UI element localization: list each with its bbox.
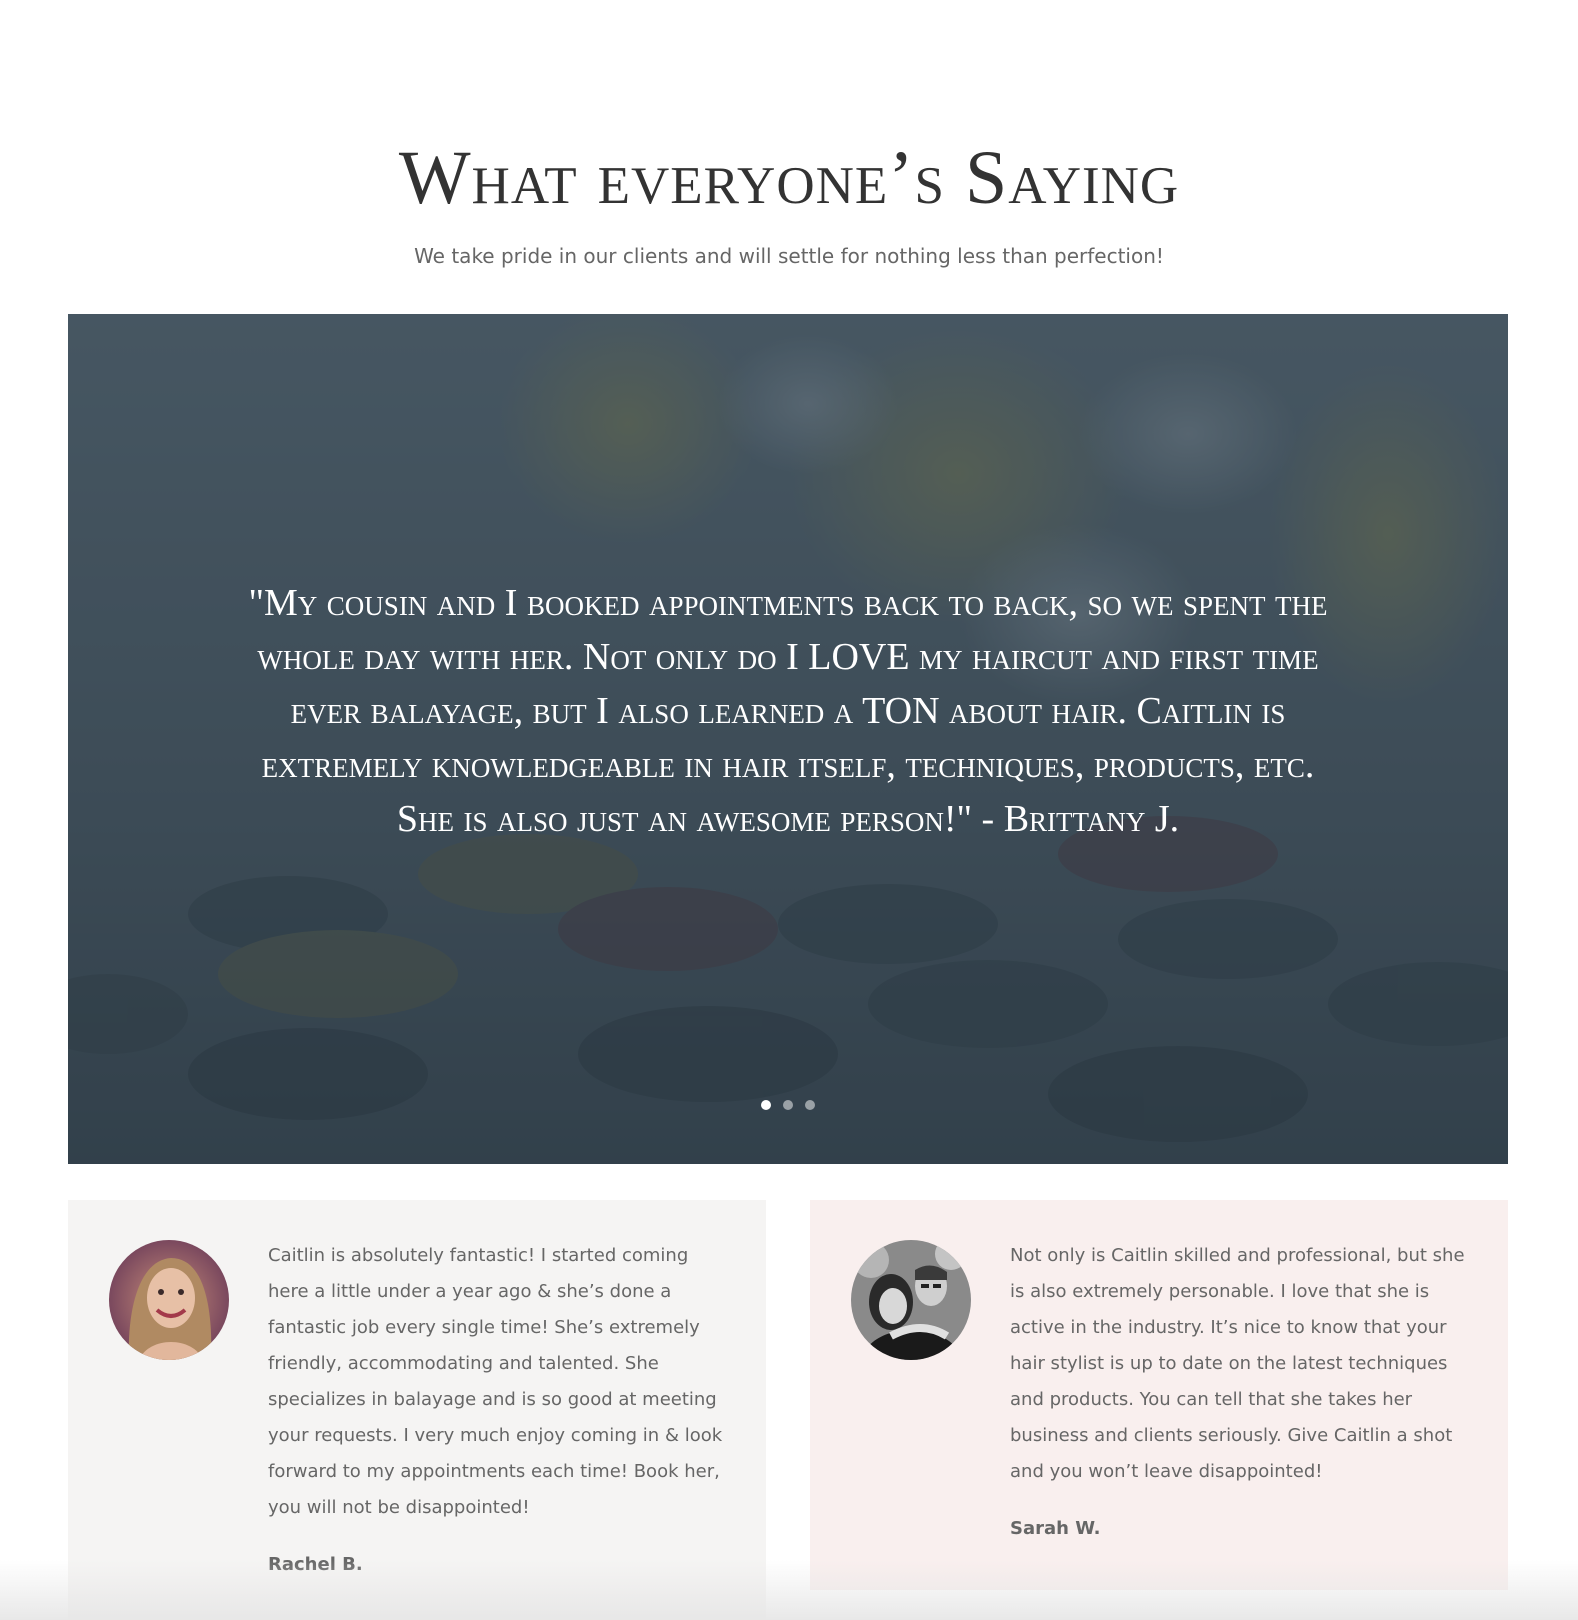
testimonial-card-rachel: Caitlin is absolutely fantastic! I start… — [68, 1200, 766, 1620]
testimonial-card-sarah: Not only is Caitlin skilled and professi… — [810, 1200, 1508, 1590]
avatar-photo-icon — [109, 1240, 229, 1360]
section-title: What everyone’s Saying — [398, 136, 1180, 220]
section-subtitle: We take pride in our clients and will se… — [414, 244, 1164, 268]
testimonial-slider[interactable]: "My cousin and I booked appointments bac… — [68, 314, 1508, 1164]
avatar-rachel — [109, 1240, 229, 1360]
slider-dot-1[interactable] — [761, 1100, 771, 1110]
slider-pagination — [68, 1100, 1508, 1110]
testimonial-text: Caitlin is absolutely fantastic! I start… — [268, 1245, 723, 1518]
slider-dot-2[interactable] — [783, 1100, 793, 1110]
testimonial-text: Not only is Caitlin skilled and professi… — [1010, 1245, 1465, 1482]
testimonial-author: Rachel B. — [268, 1554, 363, 1575]
avatar-sarah — [851, 1240, 971, 1360]
testimonial-author: Sarah W. — [1010, 1518, 1101, 1539]
avatar-photo-icon — [851, 1240, 971, 1360]
slider-dot-3[interactable] — [805, 1100, 815, 1110]
slider-quote: "My cousin and I booked appointments bac… — [248, 582, 1328, 840]
